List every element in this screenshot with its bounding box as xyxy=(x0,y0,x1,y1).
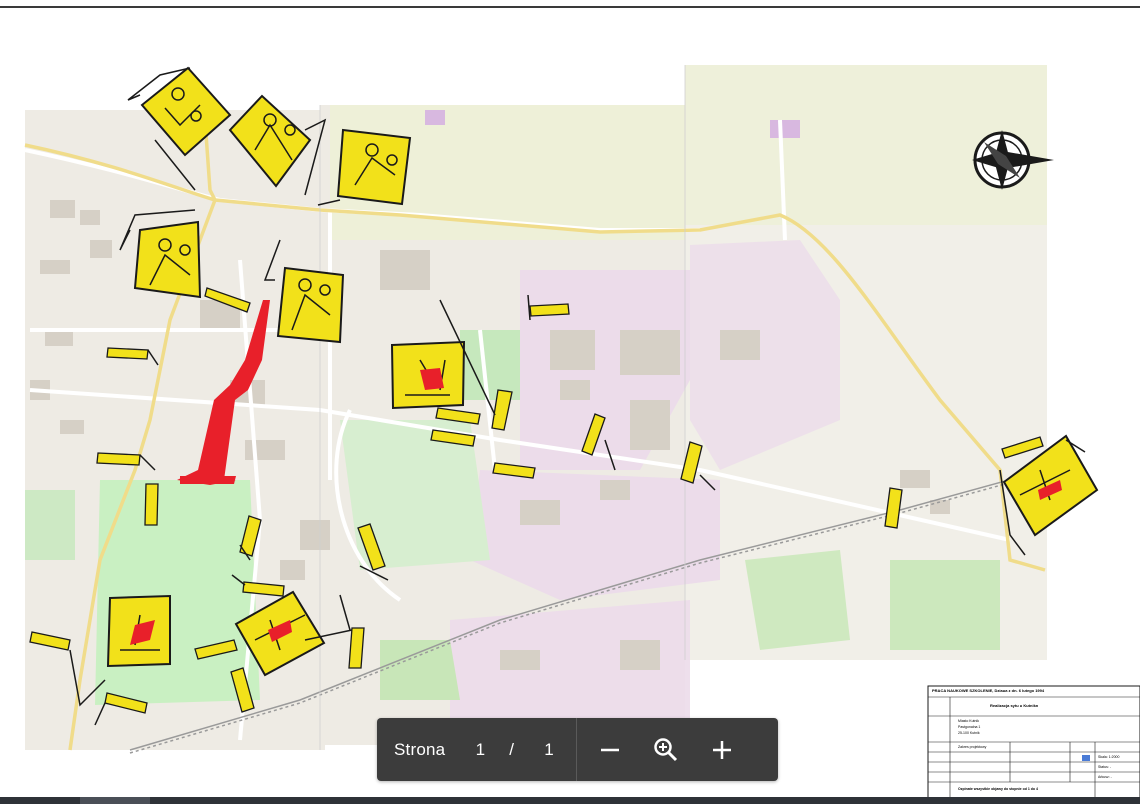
page-label: Strona xyxy=(394,739,446,759)
title-block-address-1: Pastgonalna 1 xyxy=(958,725,980,729)
pdf-viewer-toolbar: Strona 1 / 1 xyxy=(377,718,778,781)
title-block-investor: Miasto Kutnik xyxy=(958,719,979,723)
zoom-out-button[interactable] xyxy=(591,731,629,769)
title-block-address-2: 25-100 Kutnik xyxy=(958,731,980,735)
magnifier-plus-icon xyxy=(654,737,678,761)
document-page: PRACA NAUKOWE SZKOLENIE, Dziaua z dn. 6 … xyxy=(24,65,1140,802)
title-block-status: Status: - xyxy=(1098,765,1112,769)
title-block-project: Realizacja sytu u Kutnikn xyxy=(990,703,1039,708)
title-block-sheet: Arkusz: - xyxy=(1098,775,1113,779)
title-block-scale: Skala: 1:2000 xyxy=(1098,755,1119,759)
toolbar-divider xyxy=(576,718,578,781)
title-block: PRACA NAUKOWE SZKOLENIE, Dziaua z dn. 6 … xyxy=(927,685,1140,802)
title-block-drawing-title: Ozpinate wszystkie objawy do stopnie od … xyxy=(958,787,1038,791)
total-pages: 1 xyxy=(544,739,554,759)
title-block-phase: Zakres projektowy xyxy=(958,745,987,749)
zoom-in-button[interactable] xyxy=(703,731,741,769)
plus-icon xyxy=(713,740,732,759)
taskbar-segment xyxy=(80,797,150,804)
zoom-fit-button[interactable] xyxy=(647,731,685,769)
title-block-heading: PRACA NAUKOWE SZKOLENIE, Dziaua z dn. 6 … xyxy=(932,688,1045,693)
window-bottom-bar xyxy=(0,797,1140,804)
current-page-input[interactable]: 1 xyxy=(473,740,487,760)
page-separator: / xyxy=(509,739,515,759)
minus-icon xyxy=(601,748,620,751)
